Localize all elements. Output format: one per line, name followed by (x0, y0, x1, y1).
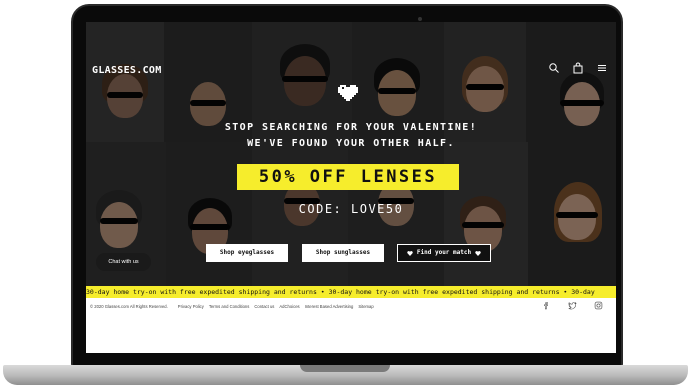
headline-line-1: STOP SEARCHING FOR YOUR VALENTINE! (224, 122, 478, 133)
header-nav-icons (548, 62, 608, 74)
footer: © 2020 Glasses.com All Rights Reserved. … (86, 298, 616, 353)
camera-dot (418, 17, 422, 21)
headline-line-2: WE'VE FOUND YOUR OTHER HALF. (247, 138, 455, 149)
footer-link-privacy-policy[interactable]: Privacy Policy (178, 304, 204, 309)
footer-link-interest-based-ads[interactable]: Interest Based Advertising (305, 304, 354, 309)
heart-icon (407, 250, 413, 256)
instagram-icon[interactable] (594, 301, 603, 310)
find-your-match-label: Find your match (416, 249, 472, 256)
offer-banner: 50% OFF LENSES (237, 164, 459, 190)
hero-headline: STOP SEARCHING FOR YOUR VALENTINE! WE'VE… (86, 120, 616, 152)
promo-ticker: 30-day home try-on with free expedited s… (86, 286, 616, 298)
footer-link-contact[interactable]: Contact us (254, 304, 274, 309)
search-icon[interactable] (548, 62, 560, 74)
shop-eyeglasses-button[interactable]: Shop eyeglasses (206, 244, 288, 262)
laptop-notch (300, 365, 390, 372)
screen: GLASSES.COM STOP SEARCHING FOR YOUR VALE… (86, 22, 616, 353)
bag-icon[interactable] (572, 62, 584, 74)
copyright-text: © 2020 Glasses.com All Rights Reserved. (90, 304, 168, 309)
heart-icon (475, 250, 481, 256)
footer-link-terms[interactable]: Terms and Conditions (209, 304, 250, 309)
chat-button[interactable]: Chat with us (96, 253, 151, 271)
find-your-match-button[interactable]: Find your match (397, 244, 491, 262)
footer-link-adchoices[interactable]: AdChoices (279, 304, 299, 309)
menu-icon[interactable] (596, 62, 608, 74)
facebook-icon[interactable] (542, 301, 551, 310)
footer-link-sitemap[interactable]: Sitemap (358, 304, 373, 309)
twitter-icon[interactable] (568, 301, 577, 310)
social-links (542, 301, 603, 310)
pixel-heart-icon (338, 85, 358, 101)
footer-links: © 2020 Glasses.com All Rights Reserved. … (90, 304, 374, 309)
promo-code: CODE: LOVE50 (298, 202, 404, 216)
shop-sunglasses-button[interactable]: Shop sunglasses (302, 244, 384, 262)
brand-logo[interactable]: GLASSES.COM (92, 65, 162, 76)
hero-banner: GLASSES.COM STOP SEARCHING FOR YOUR VALE… (86, 22, 616, 286)
